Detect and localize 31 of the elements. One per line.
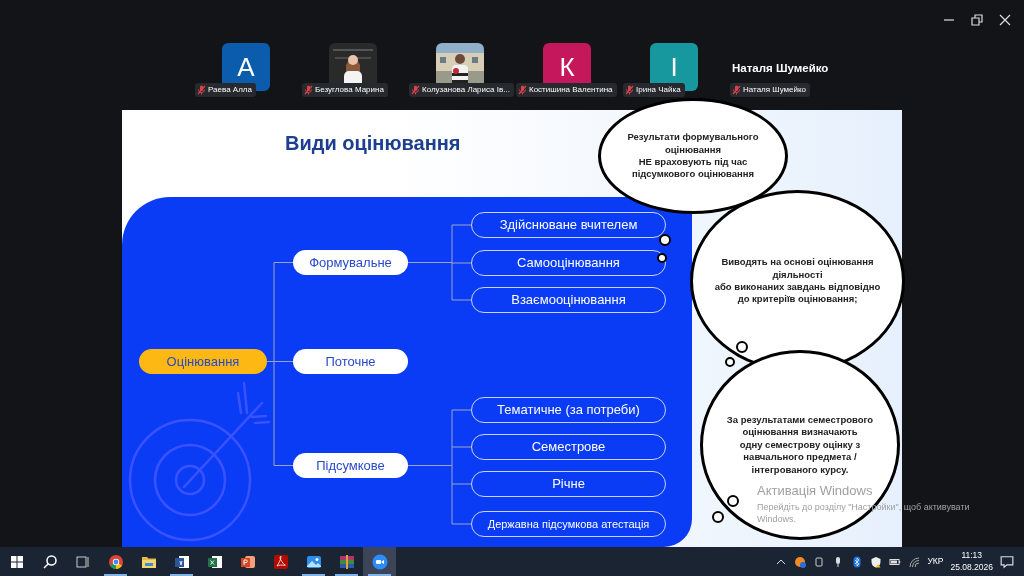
name-label: Ірина Чайка xyxy=(623,83,685,97)
notification-icon[interactable] xyxy=(1000,554,1014,569)
bubble-dot xyxy=(657,253,667,263)
participant-name: Наталя Шумейко xyxy=(732,61,829,76)
video-call-icon[interactable] xyxy=(363,547,396,576)
slide-title: Види оцінювання xyxy=(285,131,461,156)
clock-date[interactable]: 25.08.2026 xyxy=(950,561,993,573)
bubble-text: За результатами семестрового оцінювання визначають одну семестрову оцінку з навчального предмета / інтегрованого курсу. xyxy=(726,414,874,476)
diagram-node: Поточне xyxy=(293,349,408,374)
wifi-icon[interactable] xyxy=(908,555,921,568)
close-icon[interactable] xyxy=(998,13,1012,27)
diagram-node: Формувальне xyxy=(293,250,408,275)
bubble-dot xyxy=(725,357,735,367)
bubble-text: Результати формувального оцінювання НЕ враховують під час підсумкового оцінювання xyxy=(627,131,759,181)
diagram-node: Підсумкове xyxy=(293,453,408,478)
bubble-dot xyxy=(659,234,671,246)
name-label: Безуглова Марина xyxy=(302,83,388,97)
diagram-node: Оцінювання xyxy=(139,349,267,374)
bluetooth-icon[interactable] xyxy=(851,555,864,568)
name-label: Раева Алла xyxy=(195,83,256,97)
bubble-text: Виводять на основі оцінювання діяльності або виконаних завдань відповідно до критеріїв оцінювання; xyxy=(714,256,881,306)
name-label: Колузанова Лариса Ів... xyxy=(409,83,514,97)
activation-title: Активація Windows xyxy=(757,482,874,500)
app-icon[interactable] xyxy=(794,555,807,568)
restore-icon[interactable] xyxy=(970,13,984,27)
shield-icon[interactable] xyxy=(870,555,883,568)
language-indicator[interactable]: УКР xyxy=(927,555,944,567)
name-label: Костишина Валентина xyxy=(516,83,617,97)
name-label: Наталя Шумейко xyxy=(730,83,810,97)
clock-time[interactable]: 11:13 xyxy=(950,550,993,562)
bubble-dot xyxy=(712,511,724,523)
